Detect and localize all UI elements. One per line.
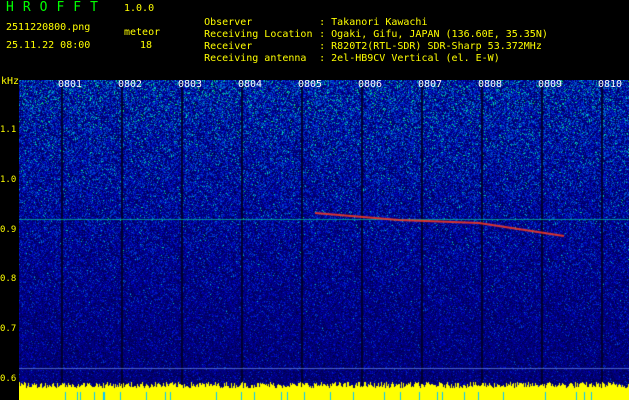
time-label-0805: 0805 — [298, 79, 323, 90]
capture-datetime: 25.11.22 08:00 — [6, 40, 91, 51]
file-name: 2511220800.png — [6, 22, 91, 33]
ytick-0-8: 0.8 — [0, 274, 17, 284]
time-label-0809: 0809 — [538, 79, 563, 90]
antenna-key: Receiving antenna — [204, 53, 307, 64]
meteor-label: meteor — [124, 27, 161, 38]
time-label-0804: 0804 — [238, 79, 263, 90]
unit-label: kHz — [1, 76, 20, 87]
ytick-0-7: 0.7 — [0, 324, 17, 334]
time-label-0806: 0806 — [358, 79, 383, 90]
ytick-0-6: 0.6 — [0, 374, 17, 384]
antenna-value: : 2el-HB9CV Vertical (el. E-W) — [319, 53, 500, 64]
spectrogram — [19, 80, 629, 400]
app-title: HROFFT — [6, 0, 107, 15]
header-panel: HROFFT 1.0.0 2511220800.png 25.11.22 08:… — [0, 0, 629, 78]
time-label-0801: 0801 — [58, 79, 83, 90]
ytick-1-0: 1.0 — [0, 175, 17, 185]
ytick-0-9: 0.9 — [0, 225, 17, 235]
time-label-0803: 0803 — [178, 79, 203, 90]
meteor-count: 18 — [140, 40, 153, 51]
spectrogram-canvas — [19, 80, 629, 400]
time-label-0810: 0810 — [598, 79, 623, 90]
time-label-0802: 0802 — [118, 79, 143, 90]
time-label-0808: 0808 — [478, 79, 503, 90]
time-label-0807: 0807 — [418, 79, 443, 90]
app-version: 1.0.0 — [124, 3, 155, 14]
ytick-1-1: 1.1 — [0, 125, 17, 135]
antenna-row: Receiving antenna : 2el-HB9CV Vertical (e… — [180, 42, 500, 75]
frequency-scale: 1.1 1.0 0.9 0.8 0.7 0.6 — [0, 78, 19, 400]
